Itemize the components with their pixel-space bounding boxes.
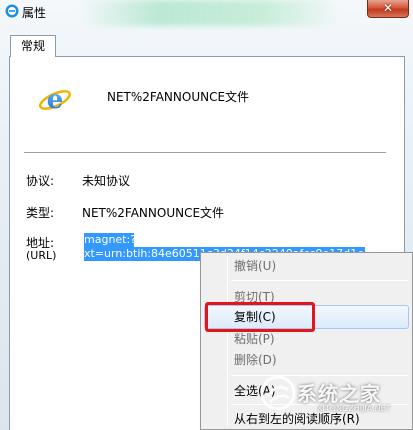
- close-button[interactable]: ✕: [367, 0, 409, 18]
- file-name: NET%2FANNOUNCE文件: [107, 90, 250, 104]
- watermark-text: 系统之家: [297, 382, 381, 406]
- protocol-value: 未知协议: [82, 174, 131, 188]
- protocol-label: 协议:: [26, 174, 55, 188]
- address-value-line1[interactable]: magnet:?: [84, 233, 134, 247]
- watermark-logo-icon: [260, 375, 296, 411]
- tab-general[interactable]: 常规: [10, 35, 56, 57]
- watermark: 系统之家 XITONGZHIJIA.NET: [257, 372, 407, 416]
- properties-window: 属性 ✕ 常规 e NET%2FANNOUNCE文件 协议: 未知协议 类型: …: [0, 0, 413, 430]
- menu-item-undo[interactable]: 撤销(U): [234, 256, 276, 276]
- svg-text:e: e: [47, 85, 64, 115]
- type-label: 类型:: [26, 206, 55, 220]
- type-value: NET%2FANNOUNCE文件: [82, 206, 225, 220]
- window-title: 属性: [22, 6, 47, 20]
- copy-highlight-annotation: [205, 302, 315, 332]
- ie-file-icon: e: [39, 85, 71, 115]
- menu-item-paste[interactable]: 粘贴(P): [234, 329, 275, 349]
- app-icon: [5, 4, 19, 18]
- title-bar[interactable]: 属性 ✕: [0, 0, 413, 24]
- context-menu-gutter: [227, 255, 228, 427]
- menu-separator: [231, 280, 408, 281]
- watermark-subtext: XITONGZHIJIA.NET: [317, 404, 391, 413]
- menu-item-delete[interactable]: 删除(D): [234, 350, 277, 370]
- divider: [24, 152, 386, 153]
- address-url-label: (URL): [26, 249, 57, 262]
